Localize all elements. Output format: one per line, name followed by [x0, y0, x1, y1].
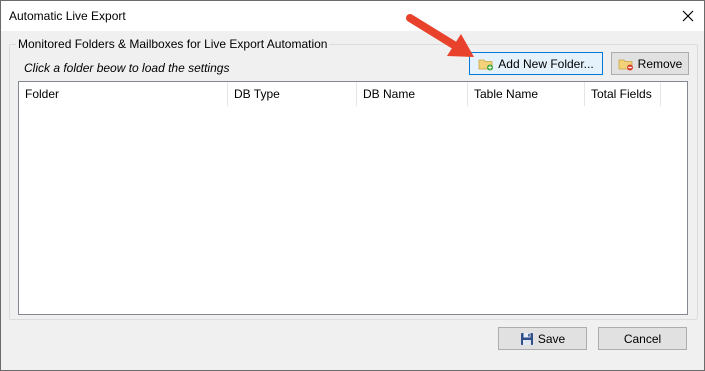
- title-bar: Automatic Live Export: [1, 1, 704, 31]
- hint-text: Click a folder beow to load the settings: [24, 61, 230, 75]
- folder-add-icon: [478, 57, 494, 71]
- save-button[interactable]: Save: [498, 327, 587, 350]
- dialog-window: Automatic Live Export Monitored Folders …: [0, 0, 705, 371]
- floppy-disk-icon: [520, 332, 534, 346]
- list-header: Folder DB Type DB Name Table Name Total …: [19, 82, 665, 107]
- group-title: Monitored Folders & Mailboxes for Live E…: [16, 37, 330, 51]
- window-title: Automatic Live Export: [9, 9, 126, 23]
- close-button[interactable]: [672, 1, 704, 31]
- cancel-button[interactable]: Cancel: [598, 327, 687, 350]
- column-header-total-fields[interactable]: Total Fields: [585, 82, 661, 106]
- column-header-table-name[interactable]: Table Name: [468, 82, 585, 106]
- column-header-db-type[interactable]: DB Type: [228, 82, 357, 106]
- remove-label: Remove: [637, 56, 683, 71]
- cancel-label: Cancel: [623, 331, 662, 346]
- save-label: Save: [537, 331, 566, 346]
- folders-list-view[interactable]: Folder DB Type DB Name Table Name Total …: [18, 81, 688, 315]
- remove-button[interactable]: Remove: [611, 52, 689, 75]
- add-new-folder-button[interactable]: Add New Folder...: [469, 52, 603, 75]
- column-header-folder[interactable]: Folder: [19, 82, 228, 106]
- add-new-folder-label: Add New Folder...: [498, 56, 594, 71]
- folder-remove-icon: [618, 57, 634, 71]
- monitored-folders-group: Monitored Folders & Mailboxes for Live E…: [9, 37, 698, 320]
- close-icon: [682, 10, 694, 22]
- column-header-db-name[interactable]: DB Name: [357, 82, 468, 106]
